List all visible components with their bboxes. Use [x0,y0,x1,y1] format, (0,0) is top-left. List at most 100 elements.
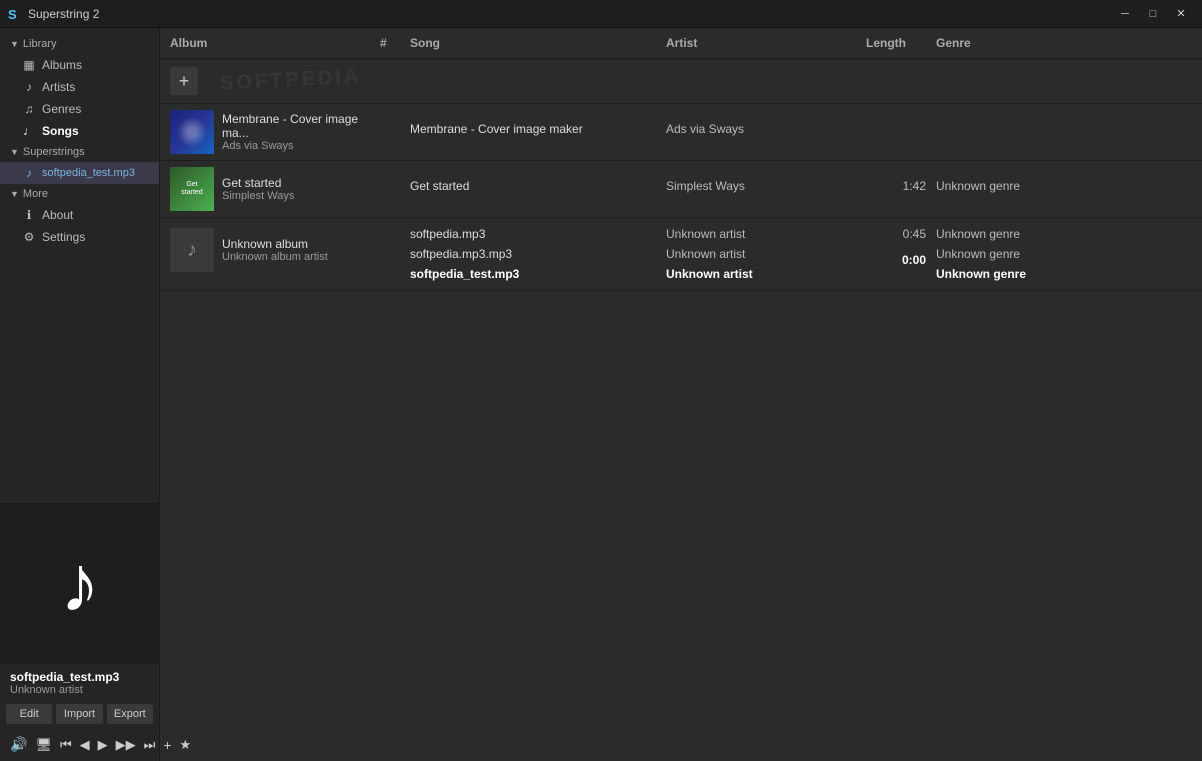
unknown-songs-col: softpedia.mp3 softpedia.mp3.mp3 softpedi… [410,224,666,284]
add-album-row: + [160,59,1202,104]
album-thumb-unknown: ♪ [170,228,214,272]
album-artist-unknown: Unknown album artist [222,251,328,263]
song-artist-membrane: Ads via Sways [666,110,866,136]
volume-button[interactable]: 🔊 [8,734,29,755]
add-album-button[interactable]: + [170,67,198,95]
play-button[interactable]: ▶ [96,735,110,755]
songs-label: Songs [42,124,79,138]
library-label: Library [23,38,57,50]
window-controls: ─ □ ✕ [1112,4,1194,24]
now-playing-art: ♪ [0,504,160,664]
title-bar: S Superstring 2 ─ □ ✕ [0,0,1202,28]
sidebar-item-about[interactable]: ℹ About [0,204,159,226]
album-art-get-started: Getstarted [170,167,214,211]
col-length: Length [866,36,936,50]
sidebar-item-artists[interactable]: ♪ Artists [0,76,159,98]
sidebar-file-item[interactable]: ♪ softpedia_test.mp3 [0,162,159,184]
col-song: Song [410,36,666,50]
song-artist-unknown-1: Unknown artist [666,224,866,244]
music-note-icon: ♪ [60,538,100,630]
edit-button[interactable]: Edit [6,704,52,724]
song-genre-get-started: Unknown genre [936,167,1192,193]
library-chevron-icon: ▼ [10,39,19,49]
superstrings-chevron-icon: ▼ [10,147,19,157]
file-label: softpedia_test.mp3 [42,167,135,179]
maximize-button[interactable]: □ [1140,4,1166,24]
artists-label: Artists [42,80,75,94]
genres-icon: ♫ [22,102,36,116]
prev-button[interactable]: ⏮ [58,735,74,755]
album-group-membrane: Membrane - Cover image ma... Ads via Swa… [160,104,1202,161]
song-artist-unknown-3: Unknown artist [666,264,866,284]
main-layout: ▼ Library ▦ Albums ♪ Artists ♫ Genres ♩ … [0,28,1202,761]
close-button[interactable]: ✕ [1168,4,1194,24]
col-album: Album [170,36,380,50]
sidebar-item-albums[interactable]: ▦ Albums [0,54,159,76]
now-playing-info: softpedia_test.mp3 Unknown artist [0,664,159,700]
song-genre-unknown-1: Unknown genre [936,224,1192,244]
content-scroll[interactable]: SOFTPEDIA + Membrane - Cover image ma...… [160,59,1202,761]
album-name-unknown: Unknown album [222,237,328,251]
album-group-get-started: Getstarted Get started Simplest Ways Get… [160,161,1202,218]
album-art-unknown: ♪ [170,228,214,272]
song-length-unknown-3: 0:00 [866,250,926,270]
playback-controls: 🔊 🖥 ⏮ ◀ ▶ ▶▶ ⏭ + ★ [0,728,159,761]
albums-icon: ▦ [22,58,36,72]
album-row-unknown: ♪ Unknown album Unknown album artist sof… [160,218,1202,290]
song-artist-unknown-2: Unknown artist [666,244,866,264]
table-header: Album # Song Artist Length Genre [160,28,1202,59]
artists-icon: ♪ [22,80,36,94]
back-button[interactable]: ◀ [78,735,92,755]
col-artist: Artist [666,36,866,50]
col-genre: Genre [936,36,1192,50]
song-name-unknown-2: softpedia.mp3.mp3 [410,244,666,264]
main-content: Album # Song Artist Length Genre SOFTPED… [160,28,1202,761]
album-name-membrane: Membrane - Cover image ma... [222,112,380,140]
about-label: About [42,208,73,222]
more-section-header[interactable]: ▼ More [0,184,159,204]
now-playing-artist: Unknown artist [10,684,149,696]
now-playing-title: softpedia_test.mp3 [10,670,149,684]
songs-icon: ♩ [22,124,36,138]
album-info-get-started: Getstarted Get started Simplest Ways [170,167,380,211]
sidebar-nav: ▼ Library ▦ Albums ♪ Artists ♫ Genres ♩ … [0,28,159,503]
about-icon: ℹ [22,208,36,222]
album-row-membrane: Membrane - Cover image ma... Ads via Swa… [160,104,1202,160]
song-genre-unknown-3: Unknown genre [936,264,1192,284]
app-icon: S [8,7,22,21]
albums-label: Albums [42,58,82,72]
superstrings-section-header[interactable]: ▼ Superstrings [0,142,159,162]
song-length-unknown-1: 0:45 [866,224,926,244]
library-section-header[interactable]: ▼ Library [0,34,159,54]
song-length-membrane [866,110,936,122]
album-text-unknown: Unknown album Unknown album artist [222,237,328,263]
album-thumb-membrane [170,110,214,154]
song-name-membrane: Membrane - Cover image maker [410,110,666,136]
more-chevron-icon: ▼ [10,189,19,199]
import-button[interactable]: Import [56,704,102,724]
album-group-unknown: ♪ Unknown album Unknown album artist sof… [160,218,1202,291]
monitor-button[interactable]: 🖥 [33,735,54,755]
song-name-get-started: Get started [410,167,666,193]
album-text-get-started: Get started Simplest Ways [222,176,294,202]
album-text-membrane: Membrane - Cover image ma... Ads via Swa… [222,112,380,152]
sidebar-item-songs[interactable]: ♩ Songs [0,120,159,142]
album-info-unknown: ♪ Unknown album Unknown album artist [170,224,380,272]
export-button[interactable]: Export [107,704,153,724]
unknown-lengths-col: 0:45 0:00 [866,224,936,270]
song-name-unknown-3: softpedia_test.mp3 [410,264,666,284]
next-button[interactable]: ⏭ [142,735,158,755]
col-number: # [380,36,410,50]
sidebar-item-settings[interactable]: ⚙ Settings [0,226,159,248]
minimize-button[interactable]: ─ [1112,4,1138,24]
song-genre-membrane [936,110,1192,122]
settings-label: Settings [42,230,85,244]
song-genre-unknown-2: Unknown genre [936,244,1192,264]
album-info-membrane: Membrane - Cover image ma... Ads via Swa… [170,110,380,154]
album-row-get-started: Getstarted Get started Simplest Ways Get… [160,161,1202,217]
forward-button[interactable]: ▶▶ [114,735,138,755]
action-buttons: Edit Import Export [0,700,159,728]
sidebar-item-genres[interactable]: ♫ Genres [0,98,159,120]
sidebar: ▼ Library ▦ Albums ♪ Artists ♫ Genres ♩ … [0,28,160,761]
settings-icon: ⚙ [22,230,36,244]
